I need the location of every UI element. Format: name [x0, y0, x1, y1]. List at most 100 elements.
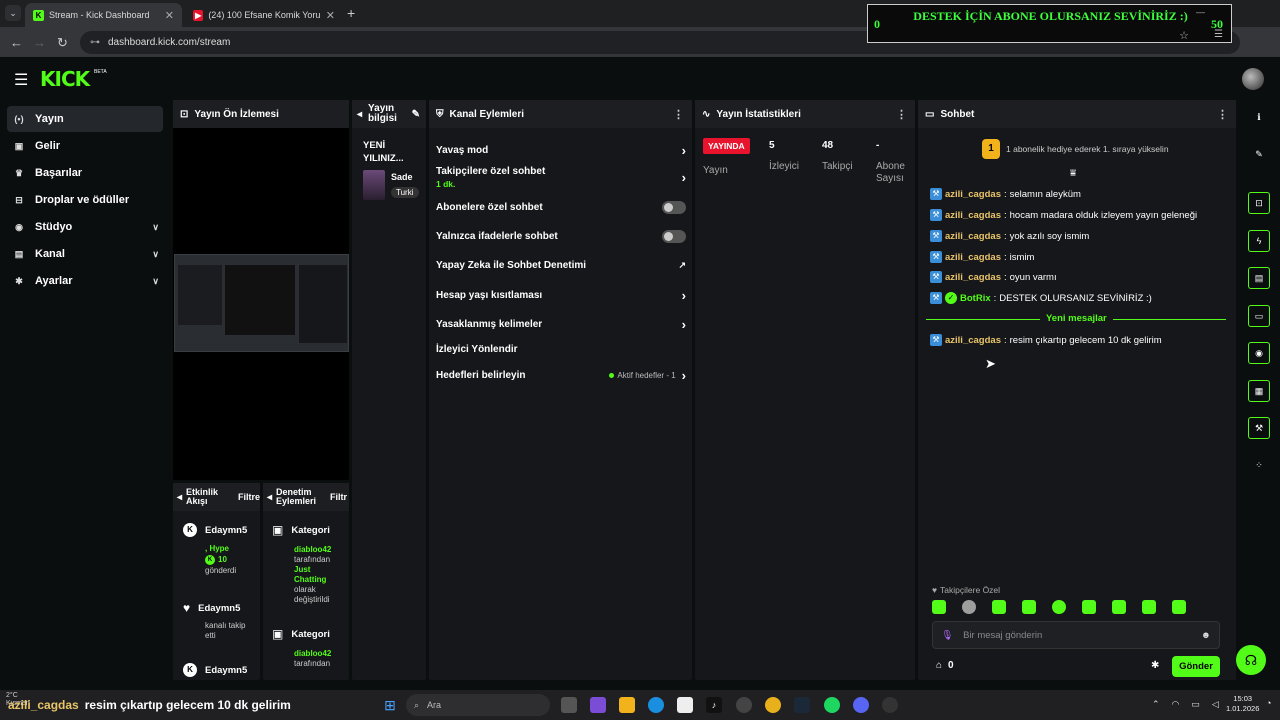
sidebar-item-droplar[interactable]: ⊟ Droplar ve ödüller [7, 187, 163, 213]
tiktok-icon[interactable]: ♪ [706, 697, 722, 713]
event-username[interactable]: Edaymn5 [205, 525, 250, 536]
discord-icon[interactable] [853, 697, 869, 713]
emote-icon[interactable] [1172, 600, 1186, 614]
user-avatar[interactable] [1242, 68, 1264, 90]
back-icon[interactable]: ← [10, 35, 23, 50]
chat-username[interactable]: azili_cagdas [945, 272, 1001, 283]
follower-only-chat-row[interactable]: Takipçilere özel sohbet 1 dk. › [436, 166, 686, 189]
emote-icon[interactable] [1022, 600, 1036, 614]
chat-username[interactable]: azili_cagdas [945, 335, 1001, 346]
stream-preview-video[interactable] [174, 254, 349, 352]
emote-icon[interactable] [962, 600, 976, 614]
bookmark-star-icon[interactable]: ☆ [1179, 29, 1189, 42]
widgets-icon[interactable] [590, 697, 606, 713]
system-tray[interactable]: ⌃ ◠ ▭ ◁ [1152, 699, 1219, 710]
info-icon[interactable]: ℹ [1248, 107, 1270, 129]
event-actor[interactable]: diabloo42 [294, 649, 348, 659]
chat-message[interactable]: ⚒ azili_cagdas: hocam madara olduk izley… [930, 209, 1230, 221]
emote-icon[interactable] [1082, 600, 1096, 614]
task-view-icon[interactable] [561, 697, 577, 713]
layout-icon[interactable]: ▦ [1248, 380, 1270, 402]
chat-message[interactable]: ⚒ azili_cagdas: selamın aleyküm [930, 188, 1230, 200]
collapse-icon[interactable]: ◂ [267, 492, 272, 503]
document-icon[interactable]: ▤ [1248, 267, 1270, 289]
clock[interactable]: 15:03 1.01.2026 [1226, 694, 1259, 714]
settings-app-icon[interactable] [736, 697, 752, 713]
chat-username[interactable]: BotRix [960, 293, 991, 304]
event-username[interactable]: Edaymn5 [205, 665, 250, 676]
account-age-restriction-row[interactable]: Hesap yaşı kısıtlaması › [436, 288, 686, 303]
microphone-icon[interactable]: 🎙 [941, 630, 953, 641]
new-tab-button[interactable]: + [347, 5, 355, 21]
chat-toggle-icon[interactable]: ▭ [1248, 305, 1270, 327]
battery-icon[interactable]: ▭ [1191, 699, 1200, 710]
lightning-icon[interactable]: ϟ [1248, 230, 1270, 252]
minimize-icon[interactable]: — [1196, 7, 1205, 17]
emote-icon[interactable] [1052, 600, 1066, 614]
chat-message[interactable]: ⚒ azili_cagdas: resim çıkartıp gelecem 1… [930, 334, 1230, 346]
reload-icon[interactable]: ↻ [57, 35, 68, 51]
emote-only-toggle[interactable] [662, 230, 686, 243]
emote-only-chat-row[interactable]: Yalnızca ifadelerle sohbet [436, 230, 686, 243]
banned-words-row[interactable]: Yasaklanmış kelimeler › [436, 317, 686, 332]
chat-message[interactable]: ⚒ azili_cagdas: yok azılı soy ismim [930, 230, 1230, 242]
event-username[interactable]: Edaymn5 [198, 603, 243, 614]
emote-icon[interactable] [932, 600, 946, 614]
volume-icon[interactable]: ◁ [1212, 699, 1219, 710]
store-icon[interactable] [677, 697, 693, 713]
obs-icon[interactable] [882, 697, 898, 713]
more-options-icon[interactable]: ⋮ [1217, 108, 1236, 121]
wrench-icon[interactable]: ⚒ [1248, 417, 1270, 439]
wifi-icon[interactable]: ◠ [1172, 699, 1180, 710]
chat-username[interactable]: azili_cagdas [945, 210, 1001, 221]
chat-username[interactable]: azili_cagdas [945, 252, 1001, 263]
sidebar-item-ayarlar[interactable]: ✱ Ayarlar ∨ [7, 268, 163, 294]
sidebar-item-gelir[interactable]: ▣ Gelir [7, 133, 163, 159]
preview-toggle-icon[interactable]: ⊡ [1248, 192, 1270, 214]
filter-button[interactable]: Filtre [238, 492, 260, 502]
chat-message[interactable]: ⚒ azili_cagdas: oyun varmı [930, 271, 1230, 283]
spotify-icon[interactable] [824, 697, 840, 713]
kick-logo[interactable]: KICK [40, 67, 90, 91]
chrome-icon[interactable] [765, 697, 781, 713]
browser-tab-kick-dashboard[interactable]: K Stream - Kick Dashboard ✕ [25, 3, 182, 27]
support-button[interactable]: ☊ [1236, 645, 1266, 675]
sidebar-item-kanal[interactable]: ▤ Kanal ∨ [7, 241, 163, 267]
pen-icon[interactable]: ✎ [1248, 144, 1270, 166]
filter-button[interactable]: Filtr [330, 492, 349, 502]
forward-icon[interactable]: → [33, 35, 46, 50]
site-info-icon[interactable]: ⊶ [90, 37, 100, 48]
chevron-down-icon[interactable]: ∨ [152, 276, 163, 287]
slow-mode-row[interactable]: Yavaş mod › [436, 143, 686, 158]
gift-leaderboard-banner[interactable]: 1 1 abonelik hediye ederek 1. sıraya yük… [982, 139, 1169, 159]
emoji-icon[interactable]: ☻ [1201, 630, 1211, 641]
broadcast-icon[interactable]: ◉ [1248, 342, 1270, 364]
edit-icon[interactable]: ✎ [412, 109, 426, 120]
emote-icon[interactable] [1142, 600, 1156, 614]
close-tab-icon[interactable]: ✕ [326, 9, 335, 22]
edge-icon[interactable] [648, 697, 664, 713]
menu-icon[interactable]: ☰ [1214, 29, 1223, 40]
sidebar-item-basarilar[interactable]: ♛ Başarılar [7, 160, 163, 186]
browser-tab-youtube[interactable]: ▶ (24) 100 Efsane Komik Yorum D ✕ [185, 3, 343, 27]
sidebar-item-yayin[interactable]: (•) Yayın [7, 106, 163, 132]
host-viewers-row[interactable]: İzleyici Yönlendir [436, 344, 686, 355]
subscriber-only-toggle[interactable] [662, 201, 686, 214]
windows-start-icon[interactable]: ⊞ [382, 697, 398, 713]
more-options-icon[interactable]: ⋮ [896, 108, 915, 121]
send-button[interactable]: Gönder [1172, 656, 1220, 677]
chevron-up-icon[interactable]: ⌃ [1152, 699, 1160, 710]
more-options-icon[interactable]: ⋮ [673, 108, 692, 121]
emote-icon[interactable] [992, 600, 1006, 614]
tab-search-button[interactable]: ⌄ [5, 5, 21, 21]
sidebar-item-studyo[interactable]: ◉ Stüdyo ∨ [7, 214, 163, 240]
hamburger-menu-icon[interactable]: ☰ [14, 70, 28, 90]
event-actor[interactable]: diabloo42 [294, 545, 348, 555]
chat-message[interactable]: ⚒ azili_cagdas: ismim [930, 251, 1230, 263]
chevron-down-icon[interactable]: ∨ [152, 222, 163, 233]
chat-input-box[interactable]: 🎙 Bir mesaj gönderin ☻ [932, 621, 1220, 649]
set-goals-row[interactable]: Hedefleri belirleyin Aktif hedefler - 1 … [436, 368, 686, 383]
notification-bell-icon[interactable]: ◔ [1266, 698, 1271, 708]
chat-settings-icon[interactable]: ✱ [1151, 660, 1159, 671]
close-tab-icon[interactable]: ✕ [165, 9, 174, 22]
